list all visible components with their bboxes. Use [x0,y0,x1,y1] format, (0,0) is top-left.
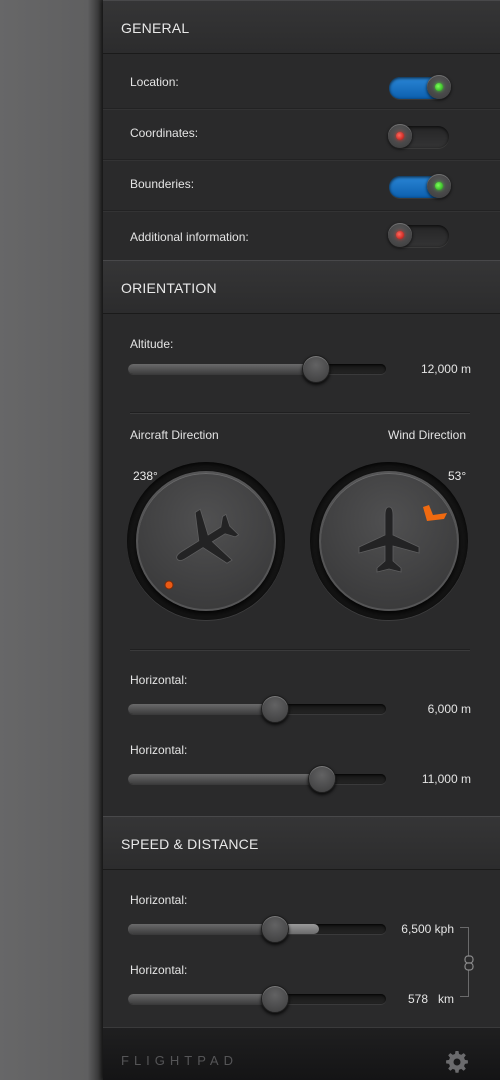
background-strip [0,0,103,1080]
slider-fill [128,704,276,714]
wind-direction-label: Wind Direction [388,428,467,442]
indicator-light-icon [435,83,443,91]
speed-slider[interactable] [128,915,386,943]
distance-slider[interactable] [128,985,386,1013]
wind-marker-icon [423,505,447,521]
horizontal-label: Horizontal: [130,893,188,907]
horizontal-label: Horizontal: [130,743,188,757]
toggle-label: Coordinates: [130,126,199,140]
toggle-knob[interactable] [427,174,451,198]
indicator-light-icon [396,231,404,239]
toggle-label: Location: [130,75,179,89]
slider-fill [128,924,276,934]
dial-face[interactable] [319,471,459,611]
horizontal-label: Horizontal: [130,963,188,977]
dial-face[interactable] [136,471,276,611]
toggle-label: Bounderies: [130,177,195,191]
toggle-row-boundaries: Bounderies: [103,161,500,211]
location-toggle[interactable] [389,75,451,99]
indicator-light-icon [435,182,443,190]
boundaries-toggle[interactable] [389,174,451,198]
slider-fill [128,774,322,784]
toggle-row-location: Location: [103,59,500,109]
divider [130,650,470,651]
chain-link-icon[interactable] [464,955,474,971]
gear-icon[interactable] [445,1050,469,1074]
slider-thumb[interactable] [302,355,331,383]
coordinates-toggle[interactable] [388,124,449,148]
slider-thumb[interactable] [261,915,290,943]
wind-direction-degrees: 53° [448,469,467,483]
horizontal-value: 11,000 m [421,772,471,786]
toggle-knob[interactable] [427,75,451,99]
slider-fill [128,994,276,1004]
toggle-knob[interactable] [388,223,412,247]
brand-logo: FLIGHTPAD [121,1053,238,1068]
slider-thumb[interactable] [261,985,290,1013]
aircraft-direction-dial[interactable]: 238° [127,462,285,632]
toggle-label: Additional information: [130,230,249,244]
aircraft-direction-degrees: 238° [133,469,158,483]
section-header-speed-distance[interactable]: SPEED & DISTANCE [103,816,500,870]
section-title: SPEED & DISTANCE [121,836,259,852]
heading-marker-icon [164,580,174,590]
altitude-value: 12,000 m [420,362,471,376]
toggle-row-coordinates: Coordinates: [103,110,500,160]
orientation-horizontal-slider-1[interactable] [128,695,386,723]
section-title: GENERAL [121,20,190,36]
aircraft-direction-label: Aircraft Direction [130,428,219,442]
footer-bar: FLIGHTPAD [103,1027,500,1080]
horizontal-label: Horizontal: [130,673,188,687]
indicator-light-icon [396,132,404,140]
section-header-orientation[interactable]: ORIENTATION [103,260,500,314]
additional-information-toggle[interactable] [388,223,449,247]
altitude-slider[interactable] [128,355,386,383]
speed-value: 6,500 kph [401,922,454,936]
slider-thumb[interactable] [261,695,290,723]
horizontal-value: 6,000 m [427,702,471,716]
slider-fill [128,364,317,374]
slider-thumb[interactable] [307,765,336,793]
section-title: ORIENTATION [121,280,217,296]
divider [130,413,470,414]
wind-direction-dial[interactable]: 53° [310,462,468,632]
distance-value: 578 km [407,992,454,1006]
toggle-knob[interactable] [388,124,412,148]
section-header-general[interactable]: GENERAL [103,0,500,54]
altitude-label: Altitude: [130,337,174,351]
settings-panel: GENERAL Location: Coordinates: Bounderie… [103,0,500,1080]
orientation-horizontal-slider-2[interactable] [128,765,386,793]
toggle-row-additional-information: Additional information: [103,211,500,261]
